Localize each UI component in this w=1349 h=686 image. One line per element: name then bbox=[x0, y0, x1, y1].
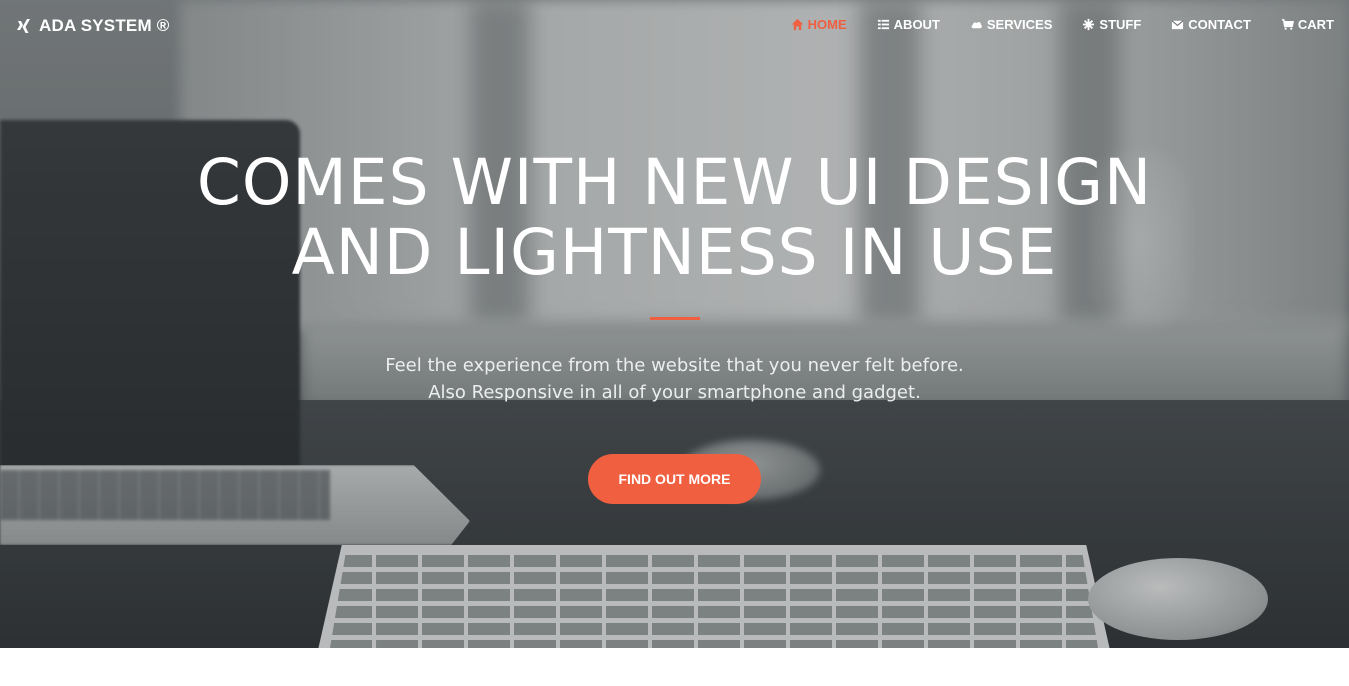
top-navbar: ADA SYSTEM ® HOME ABOUT SERVICES STUFF C… bbox=[0, 0, 1349, 52]
hero-subtitle: Feel the experience from the website tha… bbox=[0, 352, 1349, 406]
hero-overlay bbox=[0, 0, 1349, 648]
envelope-icon bbox=[1171, 20, 1184, 30]
home-icon bbox=[791, 18, 803, 31]
hero-headline: COMES WITH NEW UI DESIGN AND LIGHTNESS I… bbox=[0, 148, 1349, 288]
list-icon bbox=[877, 19, 889, 30]
nav-item-label: CART bbox=[1297, 17, 1334, 32]
nav-item-label: CONTACT bbox=[1188, 17, 1251, 32]
hero-section: ADA SYSTEM ® HOME ABOUT SERVICES STUFF C… bbox=[0, 0, 1349, 648]
nav-item-label: STUFF bbox=[1099, 17, 1142, 32]
nav-menu: HOME ABOUT SERVICES STUFF CONTACT CART bbox=[791, 17, 1334, 32]
headline-line-2: AND LIGHTNESS IN USE bbox=[291, 216, 1058, 289]
brand-name: ADA SYSTEM ® bbox=[39, 16, 170, 35]
cloud-icon bbox=[971, 21, 982, 29]
cart-icon bbox=[1281, 19, 1294, 30]
nav-item-about[interactable]: ABOUT bbox=[877, 17, 940, 32]
nav-item-contact[interactable]: CONTACT bbox=[1171, 17, 1251, 32]
find-out-more-button[interactable]: FIND OUT MORE bbox=[588, 454, 761, 504]
headline-line-1: COMES WITH NEW UI DESIGN bbox=[196, 146, 1153, 219]
nav-item-label: HOME bbox=[807, 17, 847, 32]
nav-item-home[interactable]: HOME bbox=[791, 17, 847, 32]
xing-icon bbox=[17, 19, 30, 33]
nav-item-label: SERVICES bbox=[986, 17, 1053, 32]
subtitle-line-1: Feel the experience from the website tha… bbox=[385, 355, 964, 376]
nav-item-services[interactable]: SERVICES bbox=[970, 17, 1053, 32]
brand-link[interactable]: ADA SYSTEM ® bbox=[16, 16, 169, 36]
subtitle-line-2: Also Responsive in all of your smartphon… bbox=[428, 382, 921, 403]
asterisk-icon bbox=[1083, 18, 1095, 31]
nav-item-cart[interactable]: CART bbox=[1281, 17, 1334, 32]
nav-item-stuff[interactable]: STUFF bbox=[1082, 17, 1141, 32]
nav-item-label: ABOUT bbox=[893, 17, 940, 32]
accent-divider bbox=[650, 317, 700, 320]
